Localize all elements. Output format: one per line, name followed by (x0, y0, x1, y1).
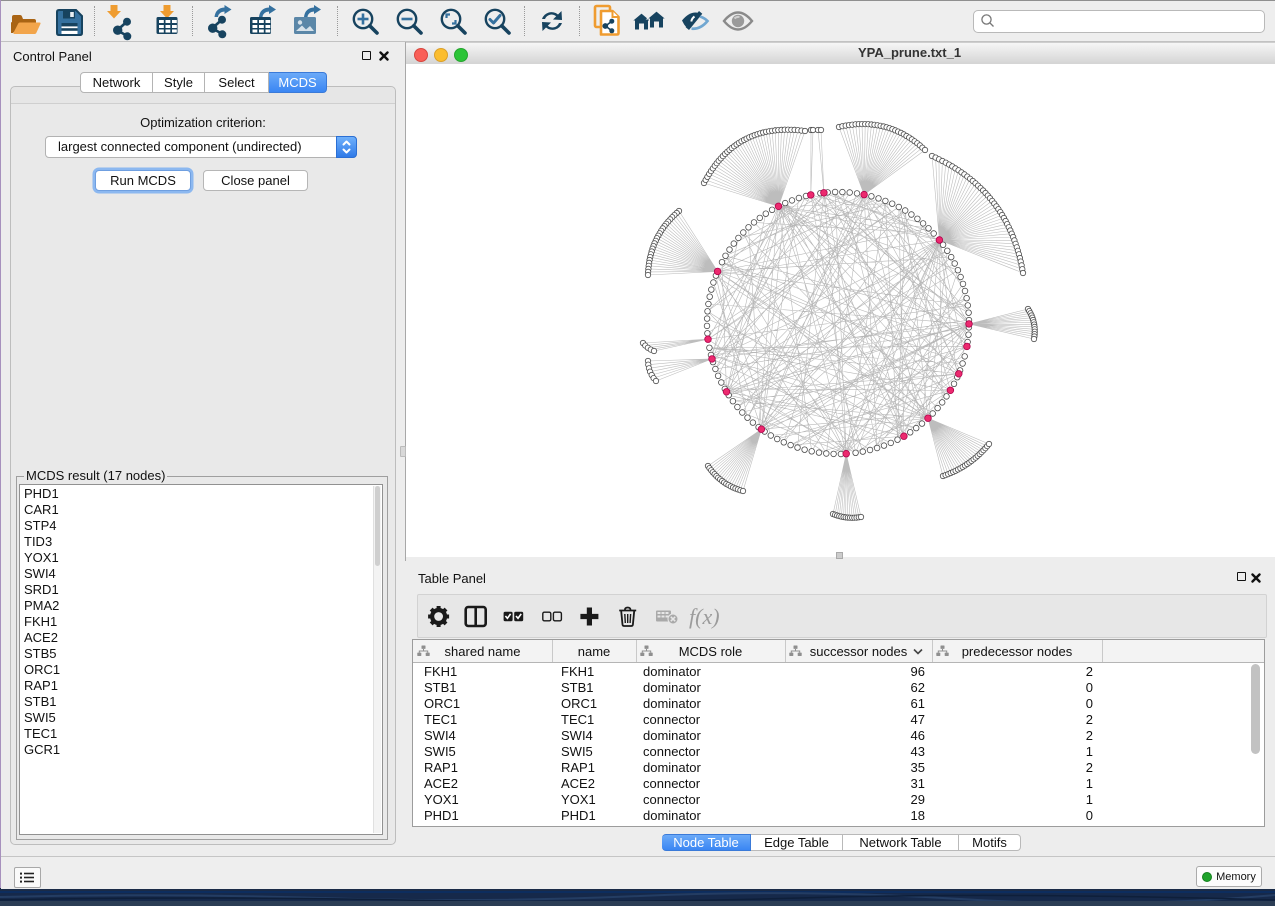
svg-text:f(x): f(x) (689, 604, 720, 629)
